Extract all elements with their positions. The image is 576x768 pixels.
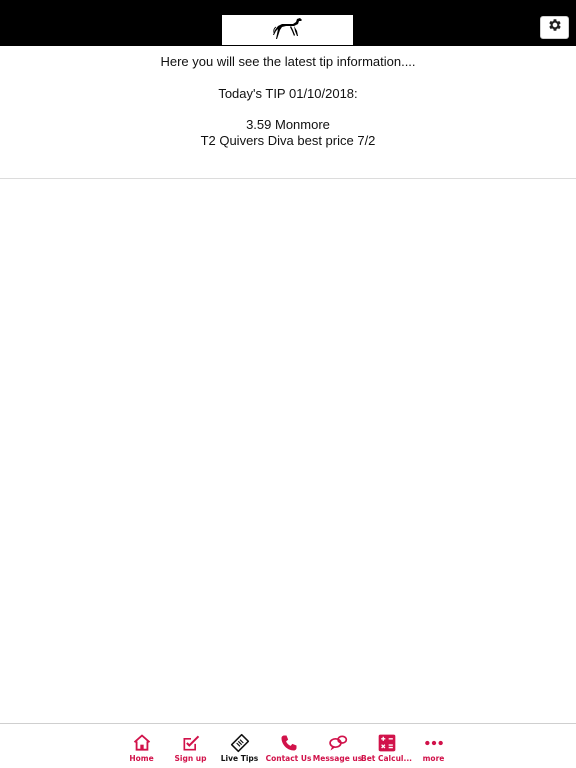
tip-content: Here you will see the latest tip informa…: [0, 46, 576, 179]
nav-item-contact-us[interactable]: Contact Us: [264, 724, 313, 768]
nav-label: more: [422, 754, 445, 763]
nav-item-sign-up[interactable]: Sign up: [166, 724, 215, 768]
race-text: 3.59 Monmore: [246, 117, 330, 132]
logo: [222, 15, 353, 45]
greyhound-logo-icon: [271, 15, 305, 46]
phone-icon: [279, 733, 299, 753]
more-dots-icon: [424, 733, 444, 753]
bottom-nav: Home Sign up Live Tips Contact Us Messag…: [0, 723, 576, 768]
nav-item-home[interactable]: Home: [117, 724, 166, 768]
nav-item-message-us[interactable]: Message us: [313, 724, 362, 768]
nav-item-bet-calculator[interactable]: Bet Calcul...: [360, 724, 413, 768]
home-icon: [132, 733, 152, 753]
app-root: Here you will see the latest tip informa…: [0, 0, 576, 768]
ticket-icon: [230, 733, 250, 753]
nav-label: Message us: [312, 754, 363, 763]
chat-icon: [328, 733, 348, 753]
selection-text: T2 Quivers Diva best price 7/2: [200, 133, 376, 148]
edit-check-icon: [181, 733, 201, 753]
nav-label: Bet Calcul...: [360, 754, 413, 763]
nav-item-more[interactable]: more: [409, 724, 458, 768]
settings-button[interactable]: [540, 16, 569, 39]
calculator-icon: [377, 733, 397, 753]
gear-icon: [547, 17, 563, 38]
tip-heading: Today's TIP 01/10/2018:: [218, 86, 358, 101]
nav-label: Live Tips: [220, 754, 259, 763]
nav-label: Sign up: [174, 754, 207, 763]
top-bar: [0, 0, 576, 46]
intro-text: Here you will see the latest tip informa…: [160, 54, 416, 69]
nav-label: Contact Us: [265, 754, 312, 763]
nav-item-live-tips[interactable]: Live Tips: [215, 724, 264, 768]
nav-label: Home: [129, 754, 154, 763]
